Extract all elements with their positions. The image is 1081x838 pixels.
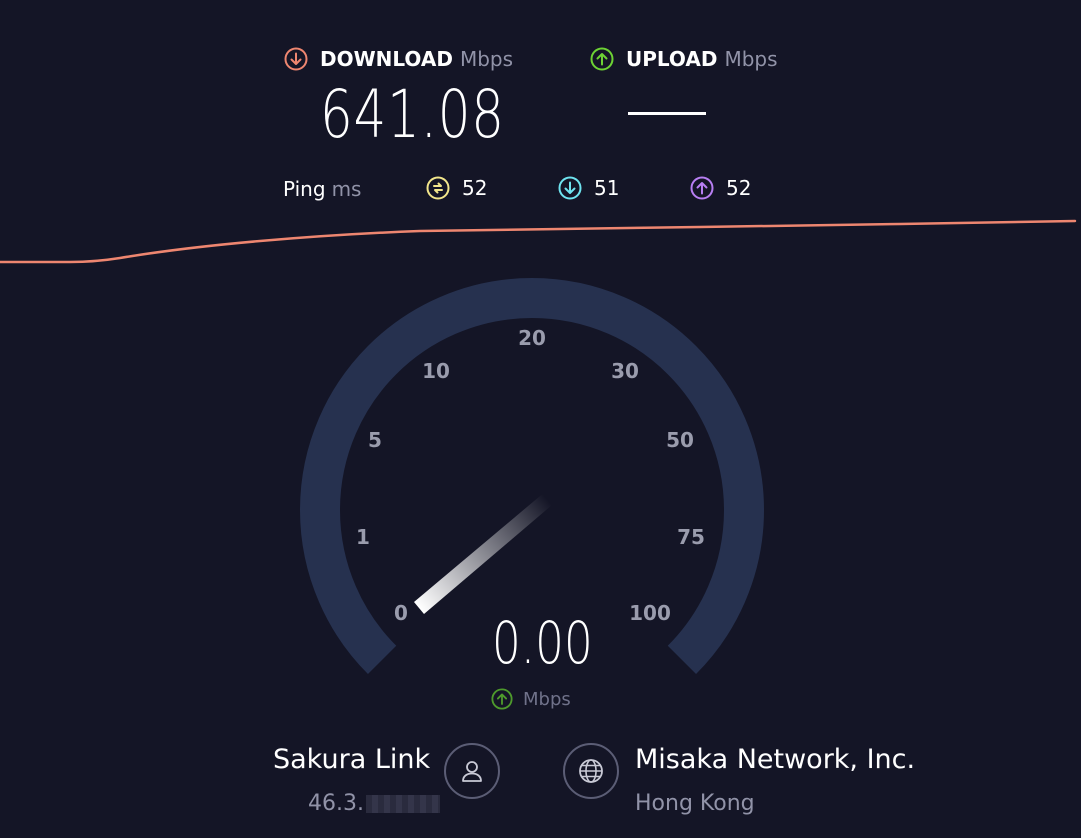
server-name[interactable]: Misaka Network, Inc. xyxy=(635,744,915,775)
download-unit: Mbps xyxy=(459,47,514,71)
idle-ping-value: 52 xyxy=(462,176,488,200)
gauge-tick: 50 xyxy=(666,428,694,452)
gauge-tick: 30 xyxy=(611,359,639,383)
change-isp-button[interactable] xyxy=(444,743,500,799)
gauge-tick: 0 xyxy=(394,601,408,625)
client-ip: 46.3. xyxy=(308,791,440,816)
speedtest-results-panel: DOWNLOAD Mbps 641.08 UPLOAD Mbps Ping ms … xyxy=(0,0,1081,838)
globe-icon xyxy=(576,756,606,786)
upload-icon xyxy=(491,688,513,710)
download-ping: 51 xyxy=(558,176,619,200)
idle-ping: 52 xyxy=(426,176,487,200)
gauge-tick: 1 xyxy=(356,525,370,549)
user-icon xyxy=(457,756,487,786)
gauge-tick: 75 xyxy=(677,525,705,549)
upload-ping-value: 52 xyxy=(726,176,752,200)
server-location: Hong Kong xyxy=(635,791,755,816)
gauge-tick: 100 xyxy=(629,601,671,625)
download-label: DOWNLOAD xyxy=(320,47,453,71)
ip-redaction xyxy=(365,795,440,813)
ping-label: Ping ms xyxy=(283,177,362,201)
gauge-tick: 10 xyxy=(422,359,450,383)
ping-unit: ms xyxy=(331,177,362,201)
client-isp-name: Sakura Link xyxy=(273,744,431,775)
upload-ping: 52 xyxy=(690,176,751,200)
gauge-needle xyxy=(414,491,552,614)
gauge-tick: 20 xyxy=(518,326,546,350)
client-ip-text: 46.3. xyxy=(308,791,364,816)
current-speed-unit: Mbps xyxy=(491,688,571,710)
upload-unit: Mbps xyxy=(724,47,778,71)
gauge-unit-label: Mbps xyxy=(523,688,571,710)
download-ping-value: 51 xyxy=(594,176,620,200)
download-ping-icon xyxy=(558,176,582,200)
download-value: 641.08 xyxy=(320,76,505,153)
gauge-tick: 5 xyxy=(368,428,382,452)
upload-icon xyxy=(590,47,614,71)
download-throughput-line xyxy=(0,219,1077,264)
upload-value-placeholder xyxy=(628,112,706,115)
upload-ping-icon xyxy=(690,176,714,200)
idle-ping-icon xyxy=(426,176,450,200)
download-header: DOWNLOAD Mbps xyxy=(284,47,513,71)
download-icon xyxy=(284,47,308,71)
current-speed-value: 0.00 xyxy=(492,609,593,677)
upload-label: UPLOAD xyxy=(626,47,718,71)
change-server-button[interactable] xyxy=(563,743,619,799)
upload-header: UPLOAD Mbps xyxy=(590,47,778,71)
